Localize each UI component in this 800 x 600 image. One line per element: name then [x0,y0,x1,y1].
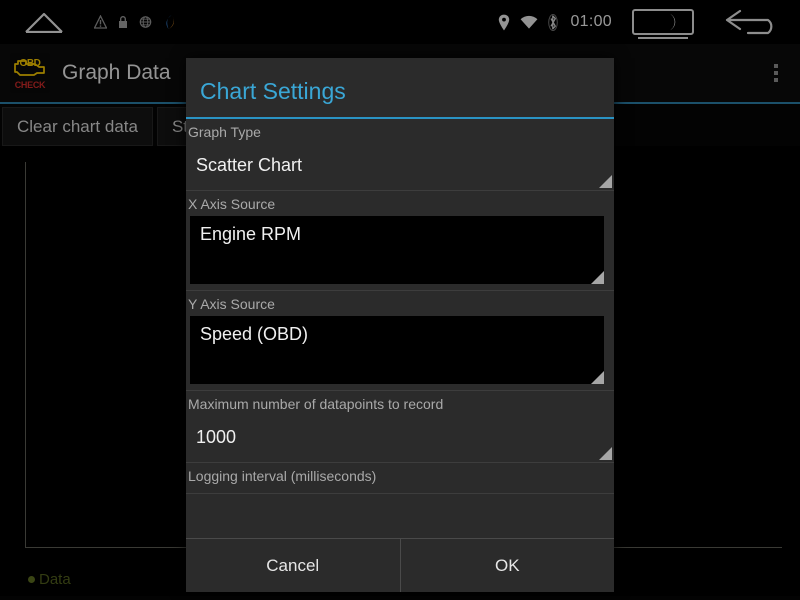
ok-button[interactable]: OK [399,539,614,592]
graph-type-spinner[interactable]: Scatter Chart [186,140,614,190]
y-axis-source-spinner[interactable]: Speed (OBD) [190,316,604,384]
x-axis-source-spinner[interactable]: Engine RPM [190,216,604,284]
spinner-dropdown-icon [591,371,604,384]
chart-settings-dialog: Chart Settings Graph Type Scatter Chart … [186,58,614,592]
cancel-button[interactable]: Cancel [186,539,400,592]
field-logging-interval: Logging interval (milliseconds) [186,463,614,494]
x-axis-source-value: Engine RPM [200,224,302,244]
field-label-graph-type: Graph Type [188,124,261,140]
spinner-dropdown-icon [599,175,612,188]
field-label-y-axis-source: Y Axis Source [188,296,275,312]
dialog-body[interactable]: Graph Type Scatter Chart X Axis Source E… [186,119,614,538]
dialog-title: Chart Settings [200,78,346,104]
dialog-title-bar: Chart Settings [186,58,614,119]
field-label-max-datapoints: Maximum number of datapoints to record [188,396,444,412]
y-axis-source-value: Speed (OBD) [200,324,309,344]
spinner-dropdown-icon [599,447,612,460]
field-label-x-axis-source: X Axis Source [188,196,276,212]
field-max-datapoints: Maximum number of datapoints to record 1… [186,391,614,463]
field-label-logging-interval: Logging interval (milliseconds) [188,468,377,484]
field-y-axis-source: Y Axis Source Speed (OBD) [186,291,614,391]
graph-type-value: Scatter Chart [196,154,303,175]
field-x-axis-source: X Axis Source Engine RPM [186,191,614,291]
max-datapoints-value: 1000 [196,426,237,447]
max-datapoints-spinner[interactable]: 1000 [186,412,614,462]
screen: 01:00 OBD CHECK Graph Data Clear chart d… [0,0,800,600]
spinner-dropdown-icon [591,271,604,284]
field-graph-type: Graph Type Scatter Chart [186,119,614,191]
dialog-button-bar: Cancel OK [186,538,614,592]
